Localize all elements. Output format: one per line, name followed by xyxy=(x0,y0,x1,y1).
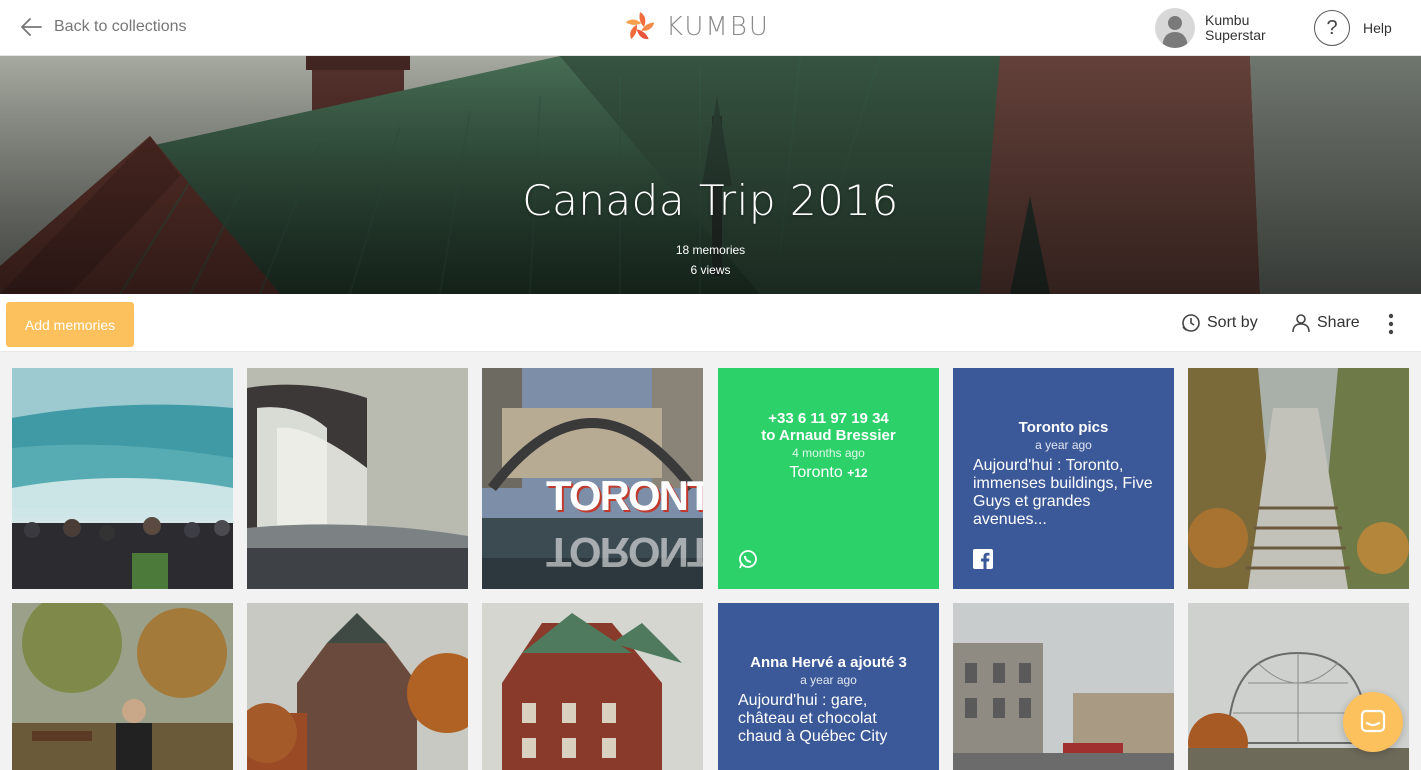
facebook-card-2-body: Aujourd'hui : gare, château et chocolat … xyxy=(738,692,888,745)
photo-quebec-street[interactable] xyxy=(953,603,1174,770)
sort-by-label: Sort by xyxy=(1207,314,1258,331)
help-label: Help xyxy=(1363,20,1392,36)
facebook-memory-card-toronto[interactable]: Toronto pics a year ago Aujourd'hui : To… xyxy=(953,368,1174,589)
photo-park-person-image xyxy=(12,603,233,770)
user-name: Kumbu Superstar xyxy=(1205,13,1266,43)
add-memories-button[interactable]: Add memories xyxy=(6,302,134,347)
photo-park-person[interactable] xyxy=(12,603,233,770)
photo-autumn-stairs[interactable] xyxy=(1188,368,1409,589)
photo-niagara-falls-mist-image xyxy=(247,368,468,589)
memories-count: 18 memories xyxy=(675,243,746,257)
facebook-card-2-time: a year ago xyxy=(800,673,857,687)
photo-niagara-falls-crowd[interactable] xyxy=(12,368,233,589)
more-options-button[interactable] xyxy=(1384,312,1404,336)
share-label: Share xyxy=(1317,314,1360,331)
back-label: Back to collections xyxy=(54,18,187,35)
whatsapp-card-location-line: Toronto +12 xyxy=(732,464,925,482)
photo-chateau-frontenac[interactable] xyxy=(247,603,468,770)
cover-photo-roof xyxy=(0,56,1421,294)
person-share-icon xyxy=(1292,314,1310,333)
back-to-collections-link[interactable]: Back to collections xyxy=(20,14,187,40)
help-button[interactable]: ? Help xyxy=(1314,9,1392,47)
avatar xyxy=(1155,8,1195,48)
whatsapp-card-location: Toronto xyxy=(789,464,843,481)
whatsapp-card-recipient: to Arnaud Bressier xyxy=(761,427,896,444)
whatsapp-card-time: 4 months ago xyxy=(792,446,865,460)
whatsapp-card-extra: +12 xyxy=(847,466,868,480)
toronto-sign-reflection: TORONTO xyxy=(546,529,703,576)
vertical-dots-icon xyxy=(1388,313,1394,335)
collection-cover: Canada Trip 2016 18 memories 6 views xyxy=(0,56,1421,294)
facebook-card-2-title: Anna Hervé a ajouté 3 xyxy=(750,654,907,671)
collection-toolbar: Add memories Sort by Share xyxy=(0,294,1421,352)
photo-autumn-stairs-image xyxy=(1188,368,1409,589)
toronto-sign-text: TORONTO xyxy=(546,472,703,519)
top-bar: Back to collections KUMBU Kumbu Supersta… xyxy=(0,0,1421,56)
chat-launcher-button[interactable] xyxy=(1343,692,1403,752)
whatsapp-card-phone: +33 6 11 97 19 34 xyxy=(768,410,889,427)
photo-niagara-falls-crowd-image xyxy=(12,368,233,589)
facebook-card-title: Toronto pics xyxy=(1018,419,1109,436)
facebook-card-body: Aujourd'hui : Toronto, immenses building… xyxy=(973,457,1153,528)
photo-red-brick-building-image xyxy=(482,603,703,770)
clock-sort-icon xyxy=(1182,314,1200,332)
chat-bubble-icon xyxy=(1360,709,1386,733)
views-count: 6 views xyxy=(690,263,731,277)
share-button[interactable]: Share xyxy=(1291,311,1360,335)
collection-title: Canada Trip 2016 xyxy=(522,176,899,225)
whatsapp-icon xyxy=(739,550,757,569)
facebook-card-time: a year ago xyxy=(1035,438,1092,452)
facebook-icon xyxy=(973,549,993,569)
user-name-line1: Kumbu xyxy=(1205,12,1250,28)
kumbu-logo[interactable]: KUMBU xyxy=(622,8,770,46)
question-mark-icon: ? xyxy=(1314,10,1350,46)
kumbu-logo-icon xyxy=(625,12,655,40)
photo-niagara-falls-mist[interactable] xyxy=(247,368,468,589)
user-silhouette-icon xyxy=(1162,16,1188,48)
user-menu[interactable]: Kumbu Superstar xyxy=(1155,8,1266,48)
logo-text: KUMBU xyxy=(666,12,770,42)
arrow-left-icon xyxy=(21,18,42,36)
photo-red-brick-building[interactable] xyxy=(482,603,703,770)
photo-toronto-sign[interactable]: TORONTO TORONTO xyxy=(482,368,703,589)
sort-by-button[interactable]: Sort by xyxy=(1181,311,1258,335)
user-name-line2: Superstar xyxy=(1205,27,1266,43)
photo-quebec-street-image xyxy=(953,603,1174,770)
whatsapp-memory-card[interactable]: +33 6 11 97 19 34 to Arnaud Bressier 4 m… xyxy=(718,368,939,589)
facebook-memory-card-quebec[interactable]: Anna Hervé a ajouté 3 a year ago Aujourd… xyxy=(718,603,939,770)
photo-chateau-frontenac-image xyxy=(247,603,468,770)
